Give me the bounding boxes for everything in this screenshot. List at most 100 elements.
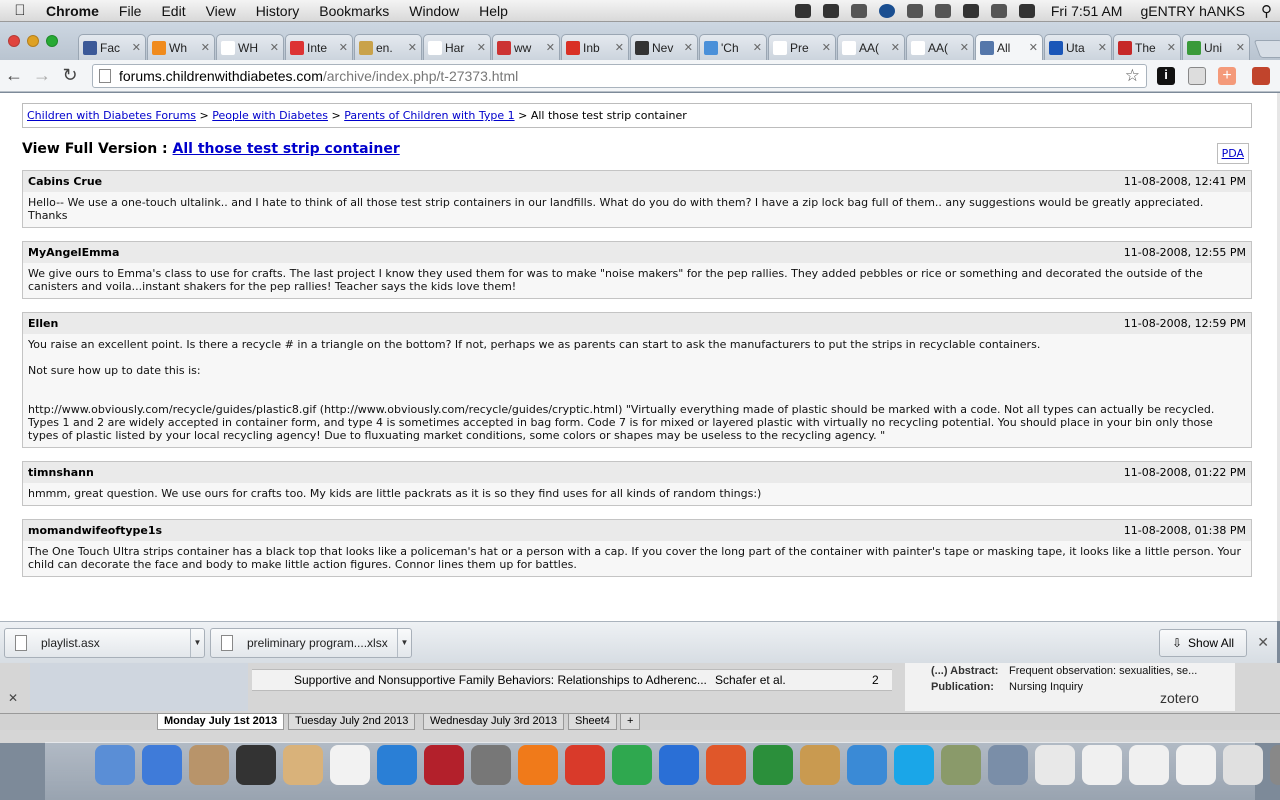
browser-tab[interactable]: All ✕ bbox=[975, 34, 1043, 60]
close-tab-icon[interactable]: ✕ bbox=[339, 41, 348, 54]
sheet-tab-wednesday[interactable]: Wednesday July 3rd 2013 bbox=[423, 714, 564, 730]
dock-app-icon[interactable] bbox=[424, 745, 464, 785]
time-machine-icon[interactable] bbox=[906, 4, 923, 18]
dock-app-icon[interactable] bbox=[142, 745, 182, 785]
dock-app-icon[interactable] bbox=[1270, 745, 1280, 785]
evernote-status-icon[interactable] bbox=[794, 4, 811, 18]
evernote-extension-icon[interactable] bbox=[1188, 67, 1206, 85]
close-tab-icon[interactable]: ✕ bbox=[477, 41, 486, 54]
close-downloads-icon[interactable]: ✕ bbox=[1257, 634, 1269, 651]
bookmark-star-icon[interactable]: ☆ bbox=[1125, 66, 1140, 86]
chrome-menu-icon[interactable] bbox=[1252, 67, 1270, 85]
dock-app-icon[interactable] bbox=[283, 745, 323, 785]
dock-app-icon[interactable] bbox=[941, 745, 981, 785]
dock-app-icon[interactable] bbox=[377, 745, 417, 785]
browser-tab[interactable]: AA(✕ bbox=[906, 34, 974, 60]
dock-app-icon[interactable] bbox=[847, 745, 887, 785]
dock-app-icon[interactable] bbox=[1176, 745, 1216, 785]
browser-tab[interactable]: AA(✕ bbox=[837, 34, 905, 60]
close-tab-icon[interactable]: ✕ bbox=[1167, 41, 1176, 54]
browser-tab[interactable]: en. ✕ bbox=[354, 34, 422, 60]
browser-tab[interactable]: Har ✕ bbox=[423, 34, 491, 60]
browser-tab[interactable]: Uni ✕ bbox=[1182, 34, 1250, 60]
page-viewport[interactable]: Children with Diabetes Forums > People w… bbox=[0, 93, 1277, 621]
browser-tab[interactable]: The ✕ bbox=[1113, 34, 1181, 60]
close-tab-icon[interactable]: ✕ bbox=[615, 41, 624, 54]
sync-status-icon[interactable] bbox=[878, 4, 895, 18]
menu-history[interactable]: History bbox=[246, 3, 310, 19]
add-sheet-button[interactable]: + bbox=[620, 714, 641, 730]
close-tab-icon[interactable]: ✕ bbox=[201, 41, 210, 54]
dock-app-icon[interactable] bbox=[518, 745, 558, 785]
show-all-downloads-button[interactable]: ⇩ Show All bbox=[1159, 629, 1247, 657]
menu-help[interactable]: Help bbox=[469, 3, 518, 19]
chevron-down-icon[interactable]: ▼ bbox=[397, 629, 411, 657]
close-tab-icon[interactable]: ✕ bbox=[546, 41, 555, 54]
zotero-item-row[interactable]: Supportive and Nonsupportive Family Beha… bbox=[252, 669, 892, 691]
back-button[interactable]: ← bbox=[0, 65, 28, 86]
dock-app-icon[interactable] bbox=[706, 745, 746, 785]
dock-app-icon[interactable] bbox=[1035, 745, 1075, 785]
dropbox-status-icon[interactable] bbox=[850, 4, 867, 18]
dock-app-icon[interactable] bbox=[800, 745, 840, 785]
browser-tab[interactable]: ww ✕ bbox=[492, 34, 560, 60]
close-tab-icon[interactable]: ✕ bbox=[1098, 41, 1107, 54]
breadcrumb-parents-link[interactable]: Parents of Children with Type 1 bbox=[344, 109, 514, 122]
chevron-down-icon[interactable]: ▼ bbox=[190, 629, 204, 657]
minimize-window-button[interactable] bbox=[27, 35, 39, 47]
download-item-preliminary[interactable]: preliminary program....xlsx ▼ bbox=[210, 628, 412, 658]
dock-app-icon[interactable] bbox=[894, 745, 934, 785]
breadcrumb-people-link[interactable]: People with Diabetes bbox=[212, 109, 328, 122]
browser-tab[interactable]: Nev ✕ bbox=[630, 34, 698, 60]
browser-tab[interactable]: Inte ✕ bbox=[285, 34, 353, 60]
new-tab-button[interactable] bbox=[1253, 40, 1280, 58]
menu-edit[interactable]: Edit bbox=[151, 3, 195, 19]
menu-file[interactable]: File bbox=[109, 3, 152, 19]
dock-app-icon[interactable] bbox=[471, 745, 511, 785]
dock-app-icon[interactable] bbox=[565, 745, 605, 785]
zoom-window-button[interactable] bbox=[46, 35, 58, 47]
volume-icon[interactable] bbox=[990, 4, 1007, 18]
browser-tab[interactable]: Pre ✕ bbox=[768, 34, 836, 60]
menu-user[interactable]: gENTRY hANKS bbox=[1132, 3, 1253, 19]
browser-tab[interactable]: Inb ✕ bbox=[561, 34, 629, 60]
wifi-icon[interactable] bbox=[962, 4, 979, 18]
dock-app-icon[interactable] bbox=[1223, 745, 1263, 785]
apple-menu-icon[interactable]:  bbox=[0, 2, 40, 19]
info-extension-icon[interactable]: i bbox=[1157, 67, 1175, 85]
reload-button[interactable]: ↻ bbox=[56, 65, 84, 86]
sheet-tab-tuesday[interactable]: Tuesday July 2nd 2013 bbox=[288, 714, 416, 730]
drive-status-icon[interactable] bbox=[822, 4, 839, 18]
menu-app-name[interactable]: Chrome bbox=[40, 3, 109, 19]
dock-app-icon[interactable] bbox=[988, 745, 1028, 785]
dock-app-icon[interactable] bbox=[1129, 745, 1169, 785]
browser-tab[interactable]: Wh ✕ bbox=[147, 34, 215, 60]
browser-tab[interactable]: Uta ✕ bbox=[1044, 34, 1112, 60]
dock-app-icon[interactable] bbox=[95, 745, 135, 785]
battery-icon[interactable] bbox=[1018, 4, 1035, 18]
browser-tab[interactable]: WH ✕ bbox=[216, 34, 284, 60]
close-tab-icon[interactable]: ✕ bbox=[960, 41, 969, 54]
dock-app-icon[interactable] bbox=[612, 745, 652, 785]
dock-app-icon[interactable] bbox=[753, 745, 793, 785]
close-tab-icon[interactable]: ✕ bbox=[684, 41, 693, 54]
address-bar[interactable]: forums.childrenwithdiabetes.com /archive… bbox=[92, 64, 1147, 88]
breadcrumb-forums-link[interactable]: Children with Diabetes Forums bbox=[27, 109, 196, 122]
add-extension-icon[interactable]: + bbox=[1218, 67, 1236, 85]
close-window-button[interactable] bbox=[8, 35, 20, 47]
dock-app-icon[interactable] bbox=[659, 745, 699, 785]
browser-tab[interactable]: Fac ✕ bbox=[78, 34, 146, 60]
menu-window[interactable]: Window bbox=[399, 3, 469, 19]
close-zotero-icon[interactable]: ✕ bbox=[8, 691, 18, 705]
browser-tab[interactable]: 'Ch ✕ bbox=[699, 34, 767, 60]
close-tab-icon[interactable]: ✕ bbox=[891, 41, 900, 54]
sheet-tab-sheet4[interactable]: Sheet4 bbox=[568, 714, 617, 730]
menu-bookmarks[interactable]: Bookmarks bbox=[309, 3, 399, 19]
close-tab-icon[interactable]: ✕ bbox=[132, 41, 141, 54]
close-tab-icon[interactable]: ✕ bbox=[270, 41, 279, 54]
bluetooth-icon[interactable] bbox=[934, 4, 951, 18]
close-tab-icon[interactable]: ✕ bbox=[408, 41, 417, 54]
sheet-tab-monday[interactable]: Monday July 1st 2013 bbox=[157, 714, 285, 730]
close-tab-icon[interactable]: ✕ bbox=[1236, 41, 1245, 54]
close-tab-icon[interactable]: ✕ bbox=[1029, 41, 1038, 54]
